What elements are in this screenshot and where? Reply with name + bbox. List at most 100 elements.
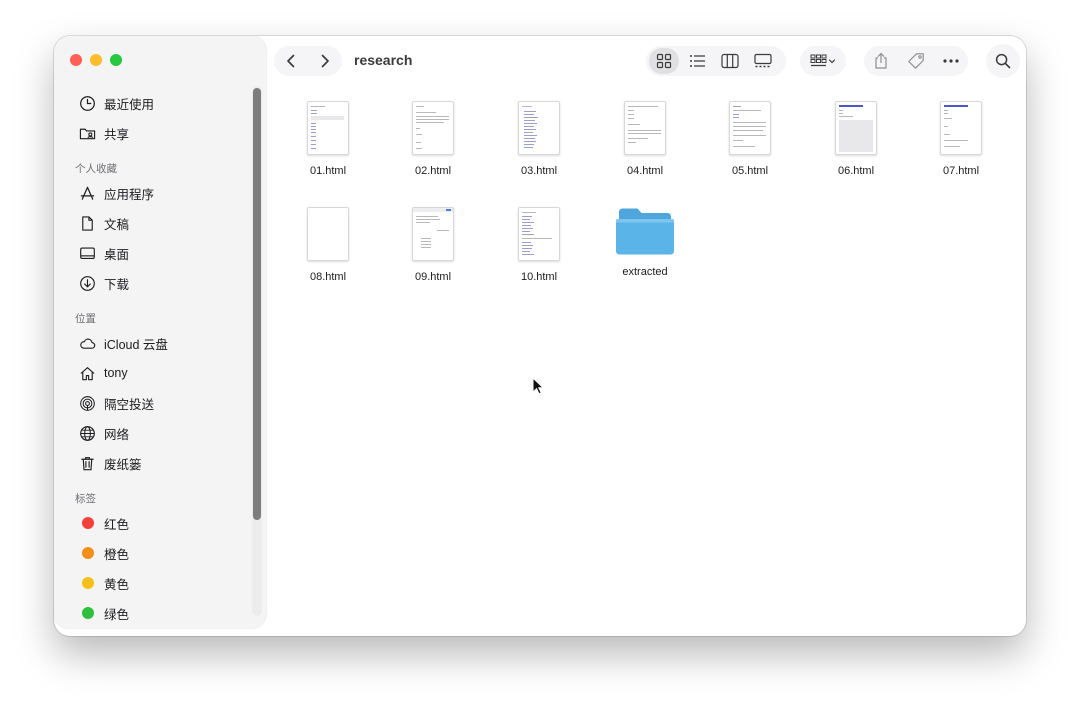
sidebar-item-recents[interactable]: 最近使用 — [54, 88, 254, 118]
search-icon — [995, 53, 1011, 69]
back-button[interactable] — [276, 46, 306, 76]
file-item[interactable]: 09.html — [388, 204, 478, 294]
gallery-view-button[interactable] — [748, 48, 778, 74]
sidebar-scroll-thumb[interactable] — [253, 88, 261, 520]
shared-folder-icon — [78, 124, 96, 142]
tag-color-dot — [82, 517, 94, 529]
sidebar-item-icloud[interactable]: iCloud 云盘 — [54, 328, 254, 358]
file-item[interactable]: 01.html — [283, 98, 373, 188]
file-item[interactable]: 07.html — [916, 98, 1006, 188]
list-view-icon — [689, 55, 705, 67]
download-icon — [78, 274, 96, 292]
sidebar-item-label: 绿色 — [104, 607, 130, 622]
more-button[interactable] — [936, 46, 966, 76]
file-item[interactable]: 04.html — [600, 98, 690, 188]
html-file-thumbnail — [835, 101, 877, 155]
list-view-button[interactable] — [682, 48, 712, 74]
html-file-thumbnail — [307, 101, 349, 155]
chevron-left-icon — [287, 54, 295, 68]
chevron-right-icon — [321, 54, 329, 68]
share-button[interactable] — [866, 46, 896, 76]
sidebar-item-documents[interactable]: 文稿 — [54, 208, 254, 238]
globe-icon — [78, 424, 96, 442]
close-window-button[interactable] — [70, 54, 82, 66]
folder-name: extracted — [622, 266, 668, 278]
search-button[interactable] — [986, 44, 1020, 78]
home-icon — [78, 364, 96, 382]
sidebar-item-label: 下载 — [104, 277, 130, 292]
html-file-thumbnail — [412, 207, 454, 261]
sidebar-item-label: 废纸篓 — [104, 457, 142, 472]
navigation-group — [274, 46, 342, 76]
document-icon — [78, 214, 96, 232]
sidebar-section-tags: 标签 — [75, 493, 96, 505]
sidebar-item-tag-red[interactable]: 红色 — [54, 508, 254, 538]
file-name: 02.html — [414, 165, 452, 177]
sidebar-item-network[interactable]: 网络 — [54, 418, 254, 448]
tag-color-dot — [82, 577, 94, 589]
html-file-thumbnail — [518, 207, 560, 261]
folder-item[interactable]: extracted — [600, 204, 690, 294]
sidebar-item-trash[interactable]: 废纸篓 — [54, 448, 254, 478]
view-switcher — [646, 46, 786, 76]
html-file-thumbnail — [729, 101, 771, 155]
sidebar-item-label: 共享 — [104, 127, 130, 142]
file-name: 09.html — [414, 271, 452, 283]
html-file-thumbnail — [412, 101, 454, 155]
grid-view-button[interactable] — [649, 48, 679, 74]
sidebar-item-shared[interactable]: 共享 — [54, 118, 254, 148]
sidebar-item-applications[interactable]: 应用程序 — [54, 178, 254, 208]
sidebar-item-downloads[interactable]: 下载 — [54, 268, 254, 298]
more-icon — [943, 59, 959, 63]
folder-icon — [616, 206, 674, 256]
forward-button[interactable] — [310, 46, 340, 76]
file-item[interactable]: 03.html — [494, 98, 584, 188]
file-item[interactable]: 06.html — [811, 98, 901, 188]
sidebar-list: 最近使用 共享 个人收藏 应用程序 文稿 桌面 下载 位置 iCloud 云盘 … — [54, 88, 254, 628]
sidebar-item-label: 最近使用 — [104, 97, 155, 112]
cloud-icon — [78, 334, 96, 352]
file-name: 08.html — [309, 271, 347, 283]
sidebar-item-home[interactable]: tony — [54, 358, 254, 388]
sidebar-item-tag-yellow[interactable]: 黄色 — [54, 568, 254, 598]
group-by-button[interactable] — [800, 46, 846, 76]
column-view-icon — [721, 53, 739, 69]
sidebar-item-label: tony — [104, 366, 128, 380]
sidebar-item-label: 网络 — [104, 427, 130, 442]
tag-button[interactable] — [901, 46, 931, 76]
desktop-icon — [78, 244, 96, 262]
clock-icon — [78, 94, 96, 112]
gallery-view-icon — [754, 53, 772, 68]
airdrop-icon — [78, 394, 96, 412]
sidebar-item-airdrop[interactable]: 隔空投送 — [54, 388, 254, 418]
file-name: 10.html — [520, 271, 558, 283]
file-item[interactable]: 05.html — [705, 98, 795, 188]
sidebar-scrollbar[interactable] — [252, 86, 262, 616]
window-controls — [70, 54, 122, 66]
file-item[interactable]: 10.html — [494, 204, 584, 294]
sidebar-item-label: 橙色 — [104, 547, 130, 562]
html-file-thumbnail — [624, 101, 666, 155]
sidebar-item-label: 隔空投送 — [104, 397, 155, 412]
file-item[interactable]: 08.html — [283, 204, 373, 294]
file-item[interactable]: 02.html — [388, 98, 478, 188]
sidebar-item-label: 桌面 — [104, 247, 130, 262]
column-view-button[interactable] — [715, 48, 745, 74]
sidebar-item-tag-green[interactable]: 绿色 — [54, 598, 254, 628]
sidebar-item-label: 应用程序 — [104, 187, 155, 202]
sidebar-item-label: 红色 — [104, 517, 130, 532]
minimize-window-button[interactable] — [90, 54, 102, 66]
sidebar-section-favorites: 个人收藏 — [75, 163, 117, 175]
sidebar-item-desktop[interactable]: 桌面 — [54, 238, 254, 268]
html-file-thumbnail — [518, 101, 560, 155]
file-name: 03.html — [520, 165, 558, 177]
html-file-thumbnail — [307, 207, 349, 261]
window-title: research — [354, 52, 413, 68]
trash-icon — [78, 454, 96, 472]
zoom-window-button[interactable] — [110, 54, 122, 66]
group-by-icon — [810, 54, 836, 67]
sidebar-item-tag-orange[interactable]: 橙色 — [54, 538, 254, 568]
mouse-cursor — [532, 377, 544, 395]
sidebar-item-label: iCloud 云盘 — [104, 337, 168, 352]
tag-color-dot — [82, 607, 94, 619]
